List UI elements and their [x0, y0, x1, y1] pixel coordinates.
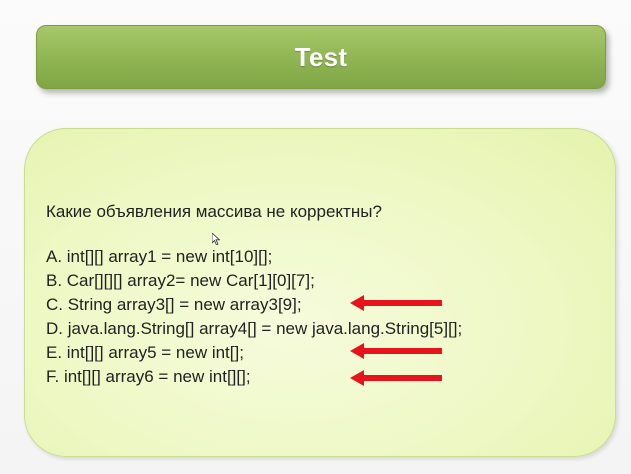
option-b: B. Car[][][] array2= new Car[1][0][7]; — [46, 271, 315, 290]
left-arrow-icon — [350, 343, 442, 359]
left-arrow-icon — [350, 370, 442, 386]
title-bar: Test — [36, 25, 606, 89]
slide: Test Какие объявления массива не коррект… — [0, 0, 631, 474]
mouse-cursor-icon — [212, 233, 220, 245]
left-arrow-icon — [350, 295, 442, 311]
answer-options-list: A. int[][] array1 = new int[10][]; B. Ca… — [46, 245, 462, 389]
option-a: A. int[][] array1 = new int[10][]; — [46, 247, 273, 266]
question-text: Какие объявления массива не корректны? — [46, 202, 382, 221]
option-d: D. java.lang.String[] array4[] = new jav… — [46, 319, 463, 338]
slide-title: Test — [294, 41, 348, 72]
